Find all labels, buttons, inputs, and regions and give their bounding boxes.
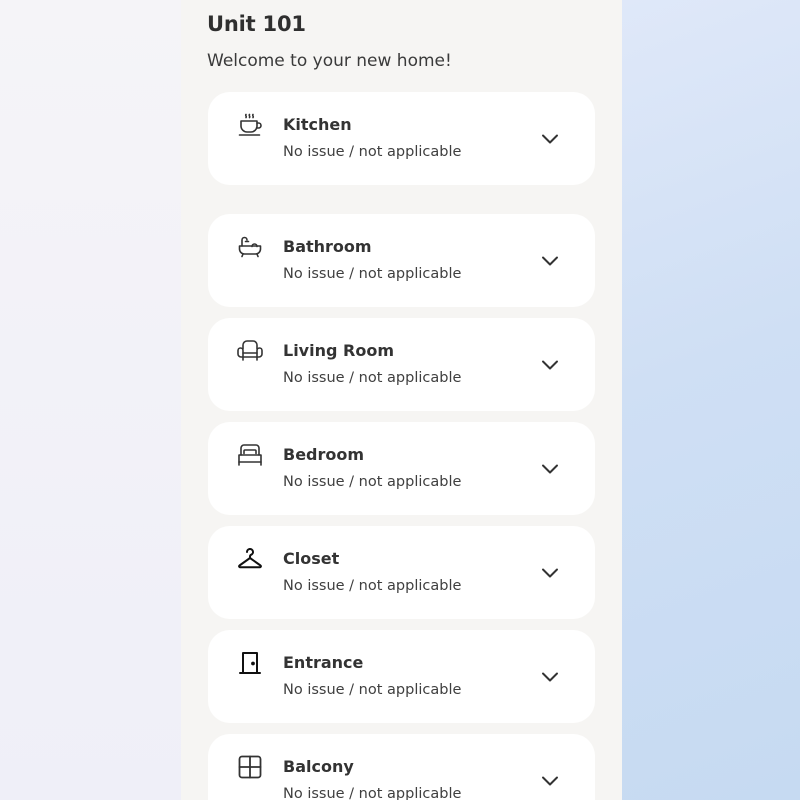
room-card-bathroom[interactable]: Bathroom No issue / not applicable xyxy=(208,214,595,307)
room-status: No issue / not applicable xyxy=(283,578,462,594)
room-name: Balcony xyxy=(283,757,354,776)
room-name: Bedroom xyxy=(283,445,365,464)
page-title: Unit 101 xyxy=(207,12,306,36)
room-status: No issue / not applicable xyxy=(283,266,462,282)
room-card-closet[interactable]: Closet No issue / not applicable xyxy=(208,526,595,619)
unit-panel: Unit 101 Welcome to your new home! Kitch… xyxy=(181,0,622,800)
room-name: Kitchen xyxy=(283,115,352,134)
room-status: No issue / not applicable xyxy=(283,786,462,800)
chevron-down-icon[interactable] xyxy=(539,458,561,480)
chevron-down-icon[interactable] xyxy=(539,354,561,376)
bathtub-icon xyxy=(237,234,263,260)
chevron-down-icon[interactable] xyxy=(539,250,561,272)
window-icon xyxy=(237,754,263,780)
chevron-down-icon[interactable] xyxy=(539,666,561,688)
room-status: No issue / not applicable xyxy=(283,682,462,698)
room-name: Closet xyxy=(283,549,340,568)
room-card-balcony[interactable]: Balcony No issue / not applicable xyxy=(208,734,595,800)
door-icon xyxy=(237,650,263,676)
chevron-down-icon[interactable] xyxy=(539,128,561,150)
room-status: No issue / not applicable xyxy=(283,474,462,490)
room-name: Entrance xyxy=(283,653,364,672)
armchair-icon xyxy=(237,338,263,364)
welcome-message: Welcome to your new home! xyxy=(207,51,452,71)
room-name: Living Room xyxy=(283,341,394,360)
room-card-living-room[interactable]: Living Room No issue / not applicable xyxy=(208,318,595,411)
chevron-down-icon[interactable] xyxy=(539,562,561,584)
room-card-entrance[interactable]: Entrance No issue / not applicable xyxy=(208,630,595,723)
chevron-down-icon[interactable] xyxy=(539,770,561,792)
room-card-bedroom[interactable]: Bedroom No issue / not applicable xyxy=(208,422,595,515)
left-background xyxy=(0,0,181,800)
bed-icon xyxy=(237,442,263,468)
hanger-icon xyxy=(237,546,263,572)
room-name: Bathroom xyxy=(283,237,372,256)
room-status: No issue / not applicable xyxy=(283,144,462,160)
room-status: No issue / not applicable xyxy=(283,370,462,386)
room-card-kitchen[interactable]: Kitchen No issue / not applicable xyxy=(208,92,595,185)
right-background xyxy=(622,0,800,800)
coffee-cup-icon xyxy=(237,112,263,138)
